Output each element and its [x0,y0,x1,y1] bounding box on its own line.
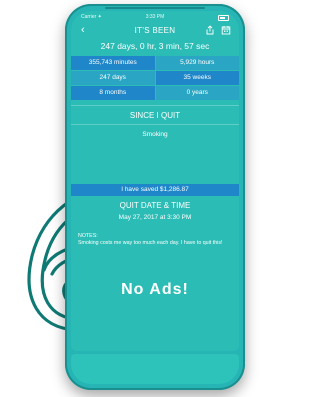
phone-speaker [105,7,205,9]
stat-hours: 5,929 hours [155,56,239,70]
phone-chin [71,354,239,384]
stats-row: 247 days 35 weeks [71,71,239,85]
nav-bar: ‹ IT'S BEEN [71,23,239,39]
since-quit-heading: SINCE I QUIT [129,111,181,120]
status-bar: Carrier ✦ 3:33 PM [81,14,229,22]
stat-minutes: 355,743 minutes [71,56,155,70]
stat-years: 0 years [155,86,239,100]
app-screen: Carrier ✦ 3:33 PM ‹ IT'S BEEN 247 days, … [71,11,239,351]
stat-months: 8 months [71,86,155,100]
divider [71,105,239,106]
savings-bar: I have saved $1,286.87 [71,184,239,196]
habit-label: Smoking [142,131,168,138]
battery-indicator [218,14,229,22]
stat-weeks: 35 weeks [155,71,239,85]
quit-date-value: May 27, 2017 at 3:30 PM [118,214,192,221]
stat-days: 247 days [71,71,155,85]
no-ads-banner: No Ads! [121,281,189,298]
stats-row: 8 months 0 years [71,86,239,100]
calendar-icon[interactable] [221,25,231,35]
stats-row: 355,743 minutes 5,929 hours [71,56,239,70]
share-icon[interactable] [205,25,215,35]
phone-frame: Carrier ✦ 3:33 PM ‹ IT'S BEEN 247 days, … [65,4,245,390]
notes-block[interactable]: NOTES: Smoking costs me way too much eac… [78,233,234,247]
quit-date-heading: QUIT DATE & TIME [119,201,191,210]
elapsed-time-readout: 247 days, 0 hr, 3 min, 57 sec [100,41,210,51]
notes-label: NOTES: [78,233,98,239]
stats-grid: 355,743 minutes 5,929 hours 247 days 35 … [71,56,239,101]
notes-text: Smoking costs me way too much each day. … [78,240,223,246]
divider [71,124,239,125]
battery-icon [218,15,229,21]
clock: 3:33 PM [145,14,165,20]
